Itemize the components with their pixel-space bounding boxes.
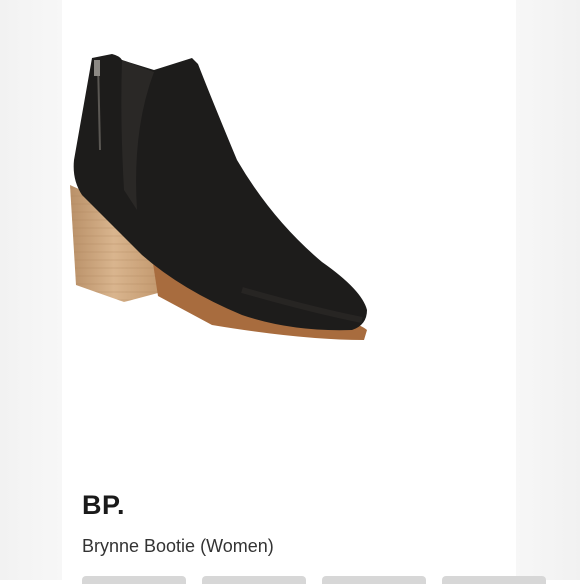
- product-title[interactable]: Brynne Bootie (Women): [82, 536, 274, 557]
- right-background-strip: [516, 0, 580, 580]
- product-image[interactable]: [62, 40, 392, 360]
- tile-3[interactable]: [322, 576, 426, 584]
- bottom-tiles: [82, 576, 546, 584]
- brand-name: BP.: [82, 490, 126, 520]
- left-background-strip: [0, 0, 62, 580]
- tile-4[interactable]: [442, 576, 546, 584]
- tile-1[interactable]: [82, 576, 186, 584]
- product-card[interactable]: BP. Brynne Bootie (Women): [62, 0, 546, 584]
- tile-2[interactable]: [202, 576, 306, 584]
- zipper-pull-icon: [94, 60, 100, 76]
